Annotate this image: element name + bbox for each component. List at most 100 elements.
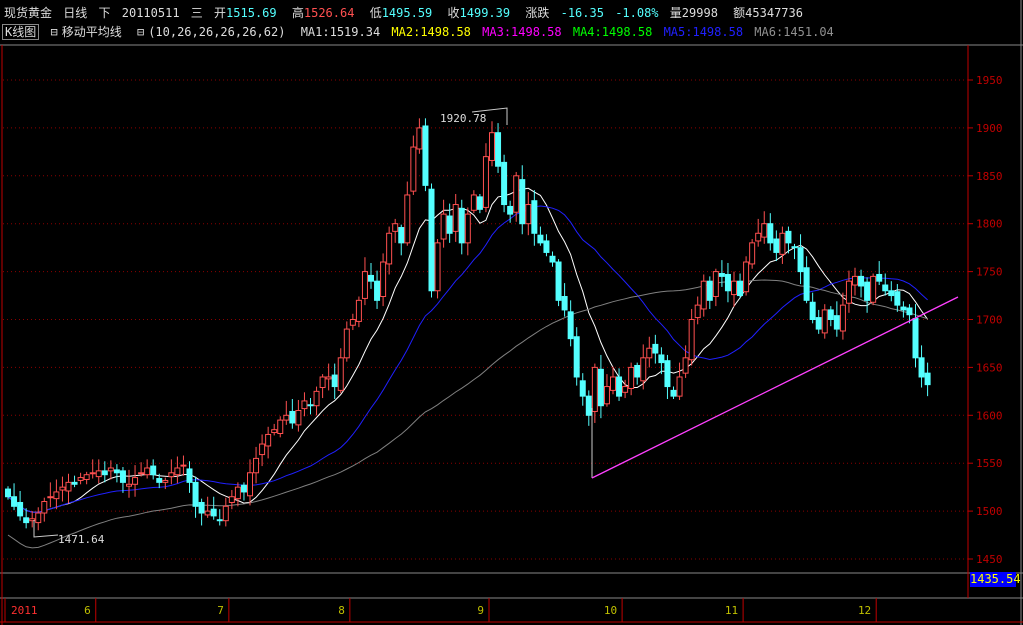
candle-up xyxy=(222,505,229,522)
candle-down xyxy=(156,478,163,483)
candle-up xyxy=(47,496,54,499)
candle-down xyxy=(616,376,623,397)
candle-down xyxy=(398,227,405,244)
candle-up xyxy=(676,376,683,397)
candle-down xyxy=(476,196,483,210)
candle-up xyxy=(337,357,344,391)
candle-up xyxy=(180,464,187,467)
candle-up xyxy=(349,319,356,326)
x-tick-label: 11 xyxy=(725,604,738,617)
x-tick-label: 9 xyxy=(477,604,484,617)
candle-down xyxy=(864,281,871,301)
candle-down xyxy=(501,161,508,206)
candle-up xyxy=(452,204,459,232)
candle-down xyxy=(210,508,217,517)
candle-down xyxy=(918,357,925,378)
candle-up xyxy=(470,194,477,211)
candle-down xyxy=(894,291,901,306)
candle-up xyxy=(271,429,278,434)
x-tick-label: 10 xyxy=(604,604,617,617)
candle-up xyxy=(162,479,169,483)
candle-up xyxy=(700,280,707,310)
candle-up xyxy=(870,275,877,303)
y-tick-label: 1600 xyxy=(976,409,1003,422)
candle-down xyxy=(240,484,247,493)
candle-up xyxy=(228,496,235,503)
candle-up xyxy=(144,467,151,476)
candle-up xyxy=(204,510,211,516)
candlestick-chart[interactable]: 1950 1900 1850 1800 1750 1700 1650 1600 1550 1500… xyxy=(0,0,1023,625)
candle-down xyxy=(724,273,731,292)
last-price-box: 1435.54 xyxy=(970,572,1021,587)
candle-down xyxy=(331,374,338,388)
candle-down xyxy=(815,317,822,330)
x-tick-label: 6 xyxy=(84,604,91,617)
candle-up xyxy=(779,232,786,255)
candle-down xyxy=(458,207,465,244)
candle-down xyxy=(71,481,78,485)
x-tick-label: 2011 xyxy=(11,604,38,617)
candle-down xyxy=(791,246,798,249)
candle-down xyxy=(737,280,744,297)
candle-up xyxy=(65,481,72,492)
candle-down xyxy=(573,336,580,378)
candle-up xyxy=(295,410,302,426)
candle-down xyxy=(113,469,120,474)
candle-up xyxy=(53,491,60,500)
candle-up xyxy=(355,299,362,322)
candle-down xyxy=(858,275,865,287)
candle-up xyxy=(247,472,253,497)
candle-down xyxy=(150,465,157,476)
candle-up xyxy=(138,472,145,475)
candle-down xyxy=(924,372,931,386)
candle-up xyxy=(755,232,762,242)
candle-down xyxy=(192,481,199,507)
candle-down xyxy=(833,315,840,330)
candle-down xyxy=(101,470,108,476)
candle-up xyxy=(343,328,350,359)
candle-up xyxy=(319,376,326,389)
candle-up xyxy=(95,470,102,478)
candle-up xyxy=(525,204,532,225)
candle-up xyxy=(83,474,90,480)
x-tick-label: 12 xyxy=(858,604,871,617)
candle-down xyxy=(23,517,30,524)
candle-down xyxy=(803,267,810,301)
candle-up xyxy=(277,419,284,435)
candle-up xyxy=(107,467,114,472)
candle-up xyxy=(610,376,616,391)
candle-up xyxy=(386,232,393,265)
candle-down xyxy=(428,188,435,292)
candle-up xyxy=(174,467,181,476)
candle-down xyxy=(17,501,24,517)
candle-down xyxy=(561,296,568,311)
candle-up xyxy=(603,386,610,405)
candle-down xyxy=(827,309,834,321)
candle-down xyxy=(585,395,592,416)
candle-down xyxy=(664,360,671,388)
candle-down xyxy=(876,273,883,282)
candle-up xyxy=(77,477,84,481)
candle-up xyxy=(712,271,719,298)
candle-down xyxy=(809,301,816,321)
candle-down xyxy=(773,238,780,253)
candle-up xyxy=(132,477,139,485)
y-tick-label: 1950 xyxy=(976,74,1003,87)
candle-down xyxy=(495,132,502,167)
candle-down xyxy=(652,343,659,354)
candle-up xyxy=(743,261,750,293)
candle-down xyxy=(368,274,374,282)
candle-up xyxy=(380,261,387,298)
y-tick-label: 1500 xyxy=(976,505,1003,518)
support-trendline xyxy=(591,296,959,479)
candle-down xyxy=(531,200,538,234)
candle-down xyxy=(11,496,18,507)
candle-up xyxy=(361,271,368,299)
candle-up xyxy=(688,319,695,361)
candle-up xyxy=(253,457,260,474)
candle-up xyxy=(392,223,399,232)
candle-down xyxy=(718,273,725,277)
candle-down xyxy=(767,223,774,244)
candle-down xyxy=(670,389,677,397)
y-tick-label: 1750 xyxy=(976,266,1003,279)
